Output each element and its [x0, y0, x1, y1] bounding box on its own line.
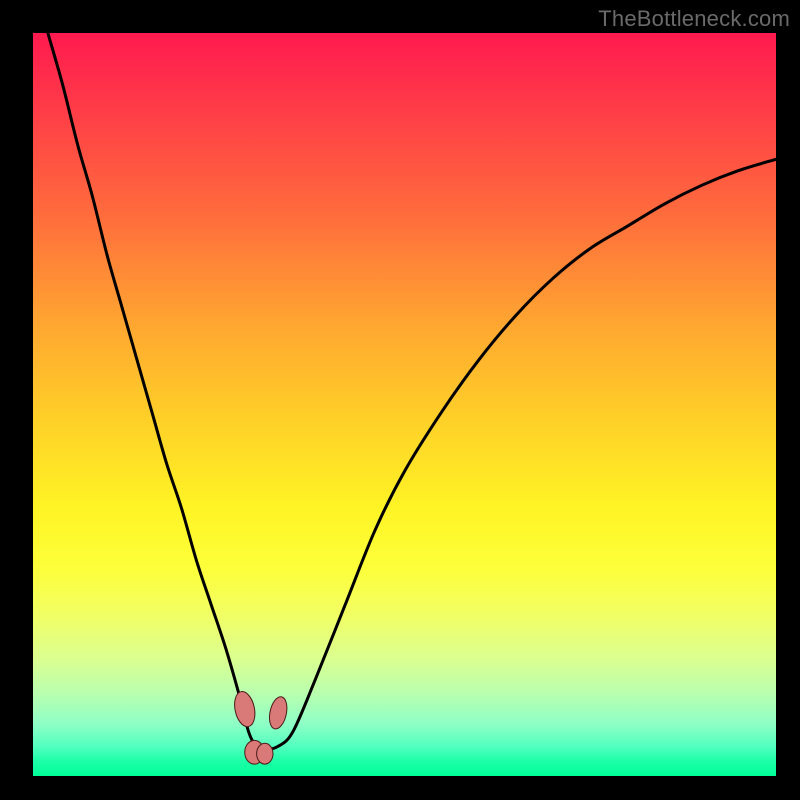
watermark-text: TheBottleneck.com	[598, 6, 790, 32]
bottleneck-curve	[48, 33, 776, 750]
markers	[232, 690, 290, 764]
marker-floor-2	[257, 743, 273, 764]
marker-left-knee	[232, 690, 258, 729]
plot-area	[33, 33, 776, 776]
marker-right-knee	[267, 695, 290, 730]
outer-frame: TheBottleneck.com	[0, 0, 800, 800]
curve-layer	[33, 33, 776, 776]
